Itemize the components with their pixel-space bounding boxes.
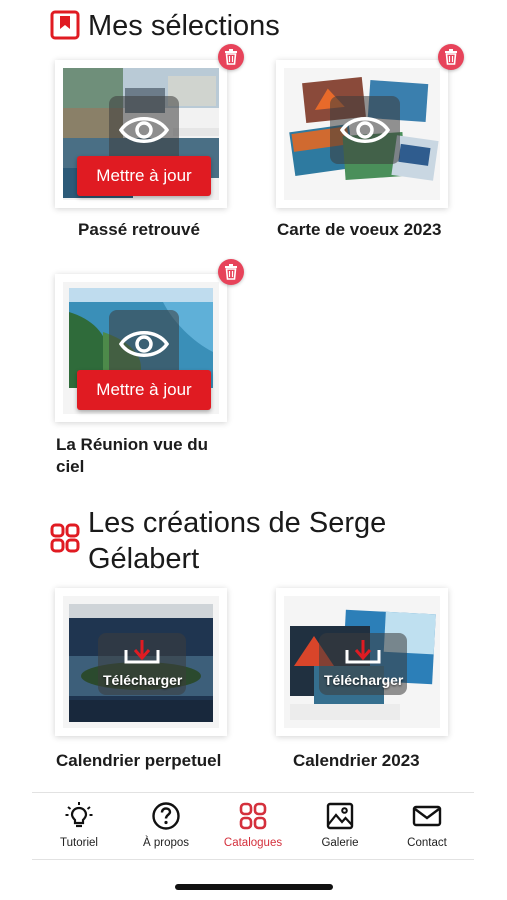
bottom-tab-bar: Tutoriel À propos Catalogues Galerie Con… xyxy=(32,792,474,860)
section-title-text: Les créations de Serge Gélabert xyxy=(88,507,387,575)
update-button[interactable]: Mettre à jour xyxy=(77,156,211,196)
mail-icon xyxy=(412,805,442,827)
trash-icon xyxy=(445,49,457,65)
tab-label: Tutoriel xyxy=(60,837,98,849)
home-indicator xyxy=(175,884,333,890)
tab-tutoriel[interactable]: Tutoriel xyxy=(38,801,120,859)
catalog-card-carte-de-voeux[interactable] xyxy=(276,60,448,208)
delete-button[interactable] xyxy=(218,44,244,70)
preview-overlay[interactable] xyxy=(109,310,179,378)
catalog-card-reunion-vue-du-ciel[interactable]: Mettre à jour xyxy=(55,274,227,422)
lightbulb-icon xyxy=(65,802,93,828)
eye-icon xyxy=(119,117,169,143)
catalog-title: Calendrier 2023 xyxy=(293,751,420,770)
tab-contact[interactable]: Contact xyxy=(386,801,468,859)
update-button[interactable]: Mettre à jour xyxy=(77,370,211,410)
image-icon xyxy=(326,802,354,830)
tab-label: Galerie xyxy=(321,837,359,849)
eye-icon xyxy=(340,117,390,143)
preview-overlay[interactable] xyxy=(109,96,179,164)
preview-overlay[interactable] xyxy=(330,96,400,164)
catalog-title: Passé retrouvé xyxy=(78,220,200,239)
section-title-creations: Les créations de Serge Gélabert xyxy=(50,505,418,577)
tab-galerie[interactable]: Galerie xyxy=(299,801,381,859)
question-icon xyxy=(152,802,180,830)
screen: Mes sélections Mettre à jour Passé retro… xyxy=(0,0,507,900)
trash-icon xyxy=(225,264,237,280)
download-label: Télécharger xyxy=(103,672,183,688)
bookmark-icon xyxy=(50,10,80,40)
section-title-selections: Mes sélections xyxy=(50,8,418,44)
catalog-card-calendrier-2023[interactable]: Télécharger xyxy=(276,588,448,736)
catalog-title: Carte de voeux 2023 xyxy=(277,220,442,239)
catalog-card-calendrier-perpetuel[interactable]: Télécharger xyxy=(55,588,227,736)
tab-label: À propos xyxy=(142,837,190,849)
grid-icon xyxy=(239,802,267,830)
delete-button[interactable] xyxy=(218,259,244,285)
tab-catalogues[interactable]: Catalogues xyxy=(212,801,294,859)
trash-icon xyxy=(225,49,237,65)
download-icon xyxy=(345,640,381,664)
section-title-text: Mes sélections xyxy=(88,10,280,42)
catalog-card-passe-retrouve[interactable]: Mettre à jour xyxy=(55,60,227,208)
catalog-title: La Réunion vue du ciel xyxy=(56,435,209,476)
tab-label: Catalogues xyxy=(223,837,283,849)
eye-icon xyxy=(119,331,169,357)
delete-button[interactable] xyxy=(438,44,464,70)
download-icon xyxy=(124,640,160,664)
tab-a-propos[interactable]: À propos xyxy=(125,801,207,859)
grid-icon xyxy=(50,523,80,553)
tab-label: Contact xyxy=(407,837,447,849)
catalog-title: Calendrier perpetuel xyxy=(56,751,222,770)
download-label: Télécharger xyxy=(324,672,404,688)
